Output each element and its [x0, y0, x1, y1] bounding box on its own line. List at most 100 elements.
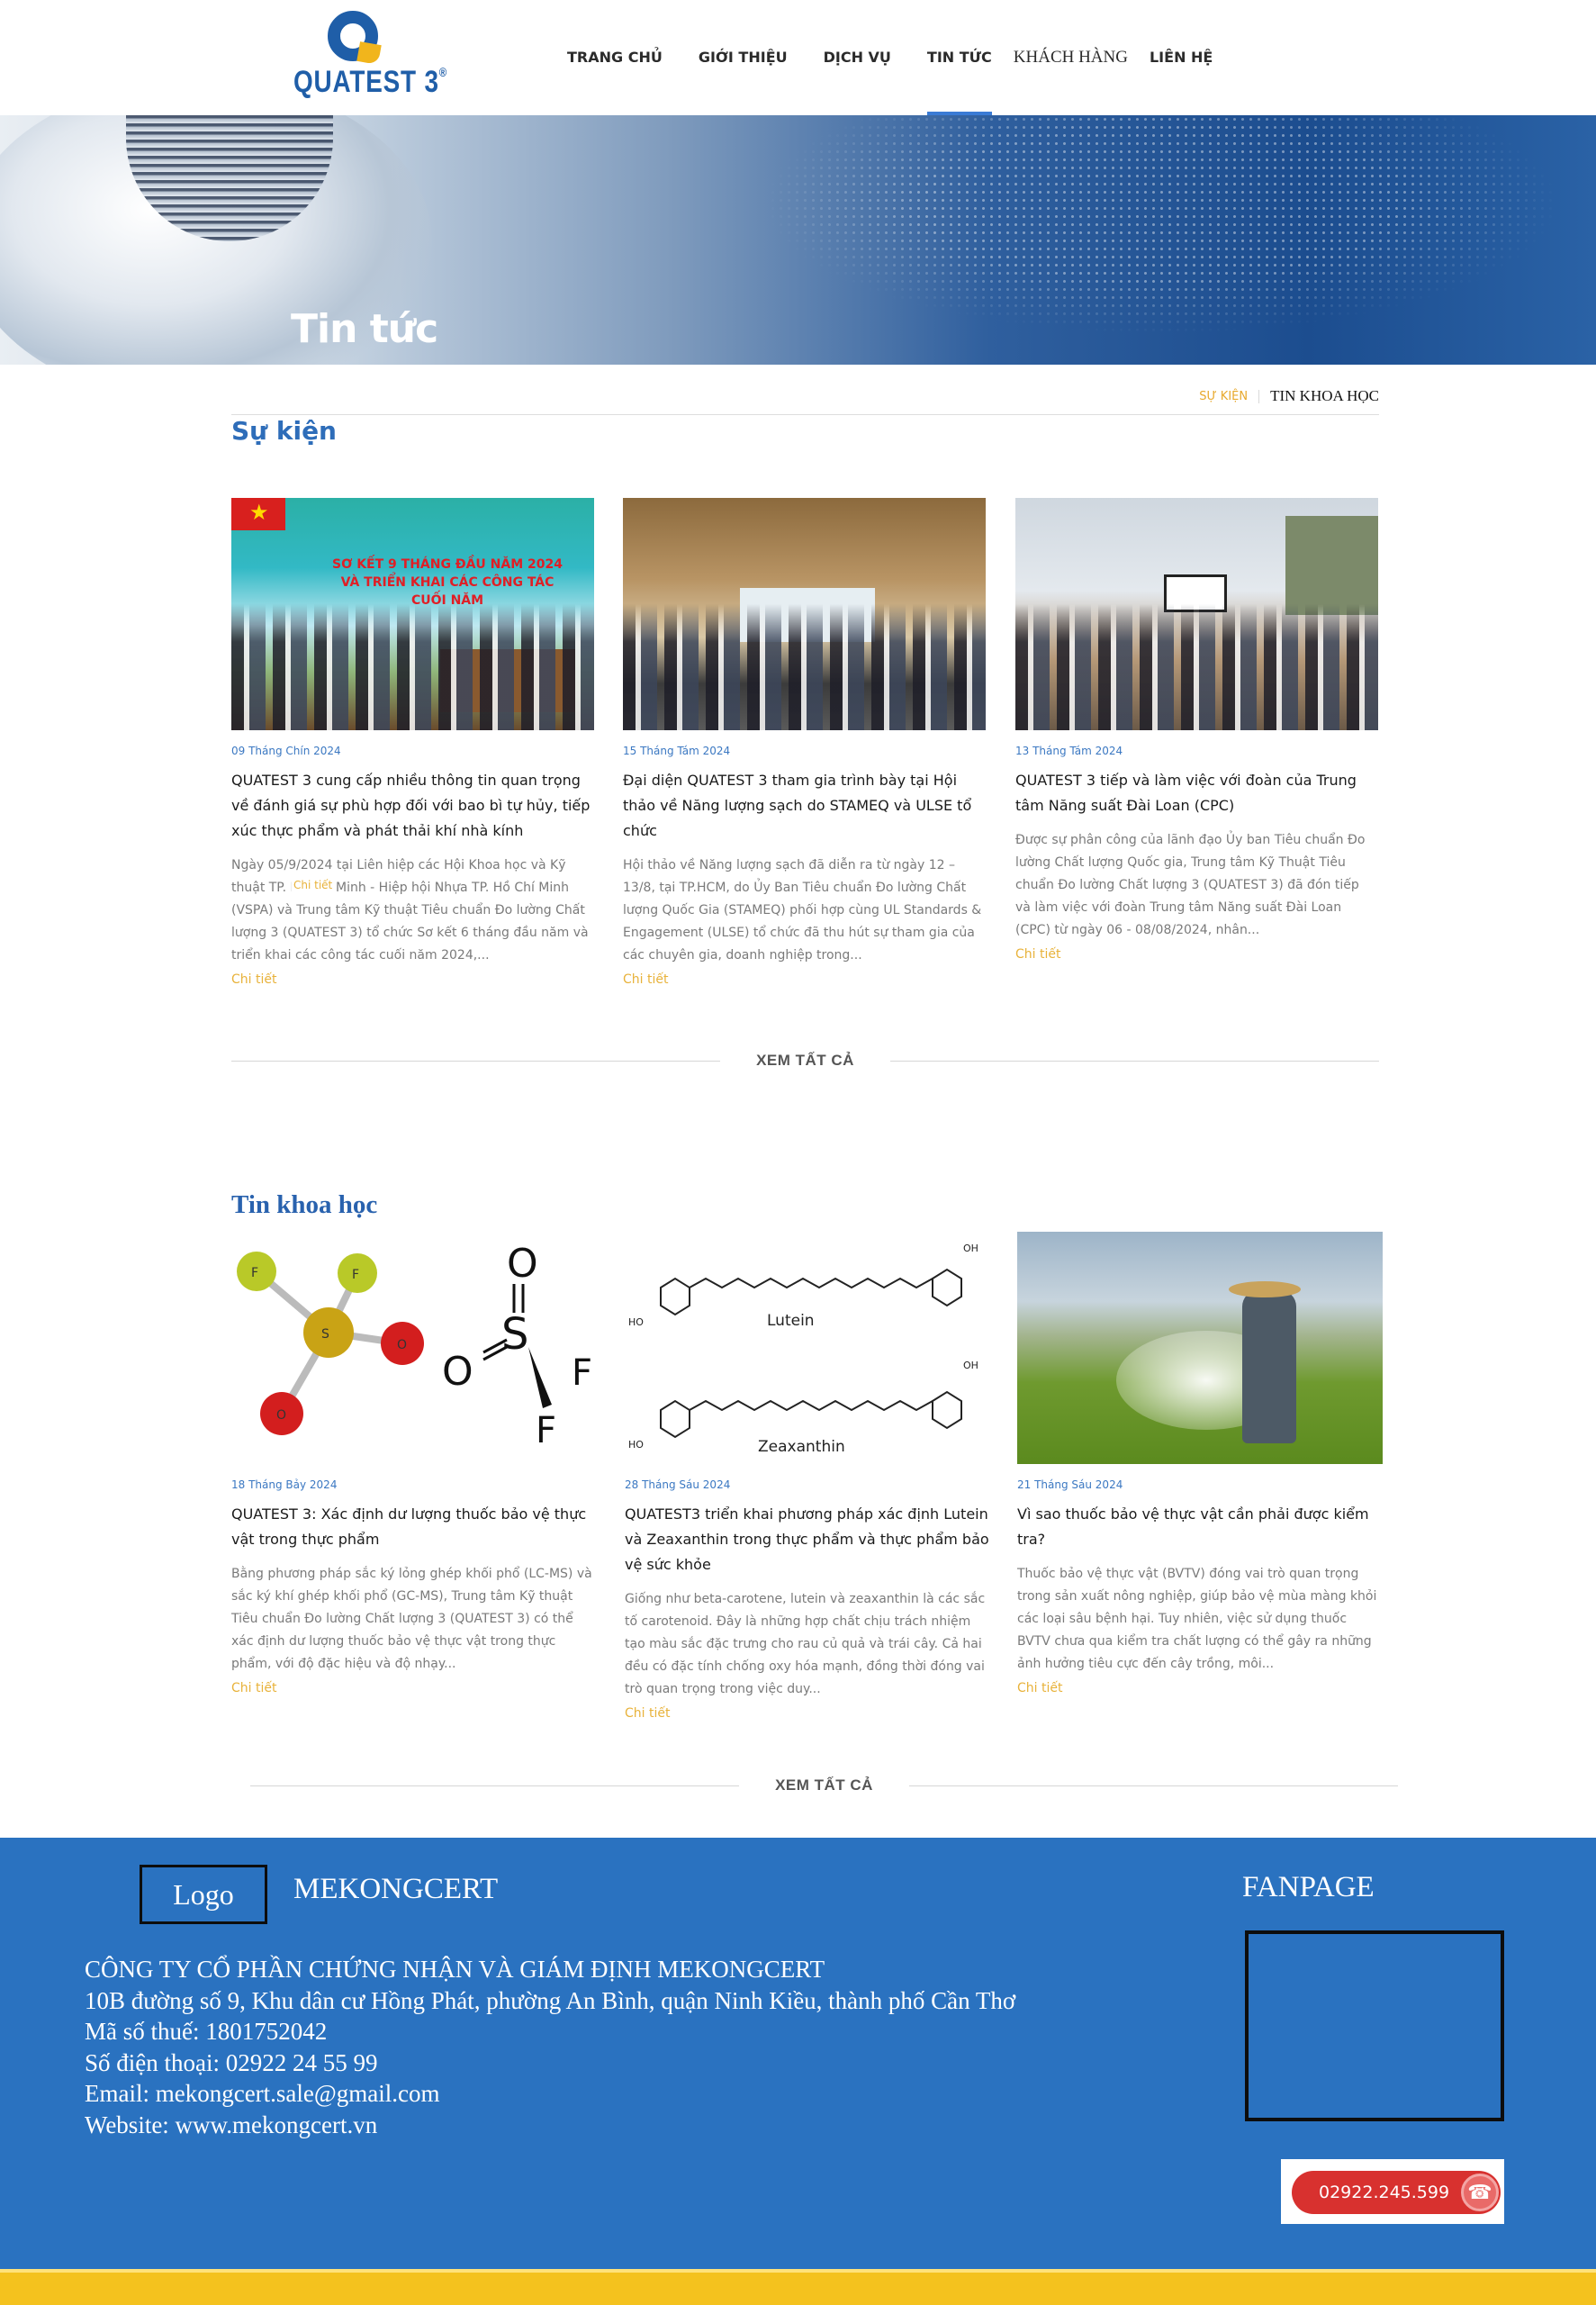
footer-brand: MEKONGCERT	[293, 1873, 499, 1905]
company-address: 10B đường số 9, Khu dân cư Hồng Phát, ph…	[85, 1986, 1016, 2014]
hydroxyl-label: HO	[628, 1439, 644, 1451]
people-group	[623, 604, 986, 730]
card-date: 28 Tháng Sáu 2024	[625, 1478, 731, 1491]
hydroxyl-label: OH	[963, 1243, 978, 1254]
atom-label: O	[276, 1408, 286, 1423]
atom-label: O	[507, 1241, 538, 1287]
event-image[interactable]	[623, 498, 986, 730]
sulfuryl-fluoride-diagram: F F S O O O S O F F	[237, 1241, 592, 1451]
page-title: Tin tức	[291, 306, 438, 352]
science-card: 21 Tháng Sáu 2024 Vì sao thuốc bảo vệ th…	[1017, 1232, 1383, 1695]
section-title-events: Sự kiện	[231, 416, 337, 446]
science-card: Lutein Zeaxanthin OH HO OH HO 28 Tháng S…	[625, 1232, 990, 1721]
world-map-image	[720, 115, 1596, 365]
event-card: 13 Tháng Tám 2024 QUATEST 3 tiếp và làm …	[1015, 498, 1378, 962]
fanpage-title: FANPAGE	[1242, 1871, 1375, 1903]
view-all-button[interactable]: XEM TẤT CẢ	[739, 1776, 909, 1794]
phone-icon: ☎	[1461, 2174, 1499, 2211]
card-title[interactable]: QUATEST3 triển khai phương pháp xác định…	[625, 1502, 990, 1577]
nav-item-contact[interactable]: LIÊN HỆ	[1150, 0, 1213, 115]
category-tabs: SỰ KIỆN TIN KHOA HỌC	[1188, 378, 1379, 414]
event-card: 15 Tháng Tám 2024 Đại diện QUATEST 3 tha…	[623, 498, 986, 987]
floating-detail-label: Chi tiết	[292, 874, 335, 897]
card-title[interactable]: QUATEST 3 tiếp và làm việc với đoàn của …	[1015, 768, 1378, 818]
call-widget: 02922.245.599 ☎	[1281, 2159, 1504, 2224]
molecule-label-lutein: Lutein	[767, 1312, 815, 1330]
call-button[interactable]: 02922.245.599 ☎	[1292, 2171, 1501, 2214]
website-url: Website: www.mekongcert.vn	[85, 2111, 378, 2138]
card-excerpt: Giống như beta-carotene, lutein và zeaxa…	[625, 1592, 986, 1696]
view-all-science: XEM TẤT CẢ	[250, 1776, 1399, 1794]
atom-label: O	[442, 1349, 473, 1395]
nav-item-customers[interactable]: KHÁCH HÀNG	[1014, 0, 1128, 115]
divider	[250, 1785, 740, 1786]
card-title[interactable]: QUATEST 3: Xác định dư lượng thuốc bảo v…	[231, 1502, 597, 1552]
event-image[interactable]	[1015, 498, 1378, 730]
phone-number: Số điện thoại: 02922 24 55 99	[85, 2048, 378, 2076]
card-excerpt: Được sự phân công của lãnh đạo Ủy ban Ti…	[1015, 833, 1366, 937]
logo-mark-icon	[328, 11, 378, 61]
read-more-link[interactable]: Chi tiết	[1017, 1681, 1383, 1695]
site-header: QUATEST 3® TRANG CHỦ GIỚI THIỆU DỊCH VỤ …	[0, 0, 1596, 115]
nav-item-news[interactable]: TIN TỨC	[926, 0, 992, 115]
atom-label: O	[397, 1338, 407, 1352]
tax-code: Mã số thuế: 1801752042	[85, 2018, 328, 2045]
read-more-link[interactable]: Chi tiết	[231, 972, 594, 987]
company-name: CÔNG TY CỔ PHẦN CHỨNG NHẬN VÀ GIÁM ĐỊNH …	[85, 1956, 825, 1983]
molecule-label-zeaxanthin: Zeaxanthin	[758, 1438, 845, 1456]
card-excerpt: Ngày 05/9/2024 tại Liên hiệp các Hội Kho…	[231, 858, 589, 963]
card-date: 15 Tháng Tám 2024	[623, 745, 731, 757]
card-excerpt: Hội thảo về Năng lượng sạch đã diễn ra t…	[623, 858, 982, 963]
fanpage-embed[interactable]	[1245, 1930, 1504, 2121]
call-number: 02922.245.599	[1319, 2183, 1450, 2202]
divider	[908, 1785, 1399, 1786]
card-date: 13 Tháng Tám 2024	[1015, 745, 1123, 757]
farmer-spraying-image[interactable]	[1017, 1232, 1383, 1464]
view-all-button[interactable]: XEM TẤT CẢ	[720, 1052, 890, 1070]
nav-item-about[interactable]: GIỚI THIỆU	[699, 0, 788, 115]
farmer-figure	[1242, 1290, 1296, 1443]
atom-label: F	[352, 1268, 359, 1282]
molecule-image[interactable]: F F S O O O S O F F	[231, 1232, 597, 1464]
vietnam-flag-icon	[231, 498, 285, 530]
image-overlay-text: SƠ KẾT 9 THÁNG ĐẦU NĂM 2024 VÀ TRIỂN KHA…	[332, 557, 563, 608]
read-more-link[interactable]: Chi tiết	[231, 1681, 597, 1695]
read-more-link[interactable]: Chi tiết	[623, 972, 986, 987]
atom-label: S	[321, 1327, 329, 1342]
nav-item-home[interactable]: TRANG CHỦ	[567, 0, 663, 115]
tab-science-news[interactable]: TIN KHOA HỌC	[1259, 387, 1379, 405]
logo-registered-mark: ®	[438, 65, 448, 79]
card-date: 09 Tháng Chín 2024	[231, 745, 341, 757]
logo-text: QUATEST 3	[293, 65, 439, 99]
card-title[interactable]: Đại diện QUATEST 3 tham gia trình bày tạ…	[623, 768, 986, 844]
read-more-link[interactable]: Chi tiết	[625, 1706, 990, 1721]
card-date: 18 Tháng Bảy 2024	[231, 1478, 338, 1491]
footer-contact-info: CÔNG TY CỔ PHẦN CHỨNG NHẬN VÀ GIÁM ĐỊNH …	[85, 1954, 1015, 2140]
people-group	[231, 604, 594, 730]
people-group	[1015, 604, 1378, 730]
event-image[interactable]: SƠ KẾT 9 THÁNG ĐẦU NĂM 2024 VÀ TRIỂN KHA…	[231, 498, 594, 730]
farmer-hat	[1229, 1281, 1301, 1297]
main-nav: TRANG CHỦ GIỚI THIỆU DỊCH VỤ TIN TỨC KHÁ…	[567, 0, 1249, 115]
footer-logo-placeholder[interactable]: Logo	[140, 1865, 267, 1924]
card-title[interactable]: QUATEST 3 cung cấp nhiều thông tin quan …	[231, 768, 594, 844]
section-title-science: Tin khoa học	[231, 1190, 378, 1219]
site-logo[interactable]: QUATEST 3®	[293, 9, 446, 99]
divider	[231, 1060, 721, 1062]
hydroxyl-label: OH	[963, 1360, 978, 1371]
page-banner: Tin tức	[0, 115, 1596, 365]
footer-bottom-strip	[0, 2269, 1596, 2305]
nav-item-services[interactable]: DỊCH VỤ	[824, 0, 891, 115]
card-date: 21 Tháng Sáu 2024	[1017, 1478, 1123, 1491]
event-card: SƠ KẾT 9 THÁNG ĐẦU NĂM 2024 VÀ TRIỂN KHA…	[231, 498, 594, 987]
hydroxyl-label: HO	[628, 1316, 644, 1328]
window	[1285, 516, 1378, 615]
molecule-image[interactable]: Lutein Zeaxanthin OH HO OH HO	[625, 1232, 990, 1464]
science-card: F F S O O O S O F F 18 Tháng Bảy 2024 QU…	[231, 1232, 597, 1695]
atom-label: S	[501, 1309, 528, 1360]
divider	[231, 414, 1379, 415]
read-more-link[interactable]: Chi tiết	[1015, 947, 1378, 962]
tab-events[interactable]: SỰ KIỆN	[1188, 389, 1260, 403]
card-title[interactable]: Vì sao thuốc bảo vệ thực vật cần phải đư…	[1017, 1502, 1383, 1552]
atom-label: F	[536, 1410, 556, 1451]
